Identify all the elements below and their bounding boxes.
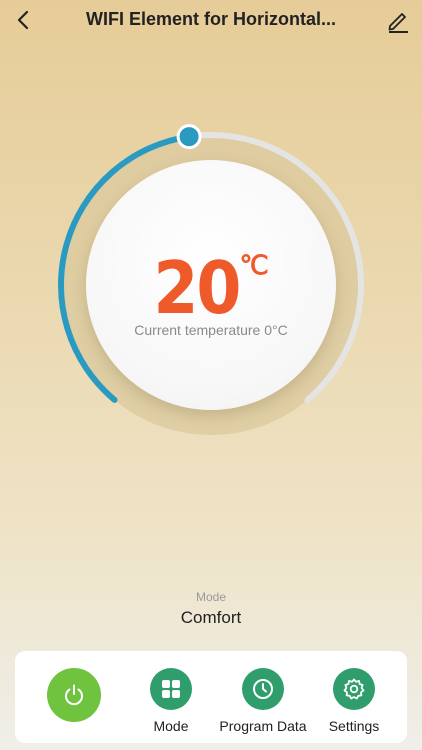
thermostat-dial[interactable]: 20℃ Current temperature 0°C	[0, 0, 422, 460]
clock-icon	[253, 679, 273, 699]
gear-icon	[343, 678, 365, 700]
settings-button-label: Settings	[328, 718, 380, 734]
current-temperature: Current temperature 0°C	[134, 322, 288, 338]
settings-button[interactable]: Settings	[309, 668, 399, 734]
mode-label: Mode	[195, 590, 227, 604]
program-data-button-label: Program Data	[219, 718, 307, 734]
mode-button-label: Mode	[153, 718, 189, 734]
power-button[interactable]	[47, 668, 101, 722]
set-temperature-value: 20	[153, 246, 241, 330]
bottom-action-bar: Mode Program Data Settings	[15, 651, 407, 743]
grid-icon	[162, 680, 180, 698]
dial-knob[interactable]	[176, 124, 202, 150]
program-data-icon-circle	[242, 668, 284, 710]
mode-value: Comfort	[180, 608, 242, 627]
temperature-face: 20℃ Current temperature 0°C	[86, 160, 336, 410]
temperature-unit: ℃	[239, 250, 269, 280]
mode-icon-circle	[150, 668, 192, 710]
power-icon	[65, 684, 83, 706]
set-temperature: 20℃	[86, 246, 336, 330]
settings-icon-circle	[333, 668, 375, 710]
program-data-button[interactable]: Program Data	[218, 668, 308, 734]
mode-button[interactable]: Mode	[126, 668, 216, 734]
